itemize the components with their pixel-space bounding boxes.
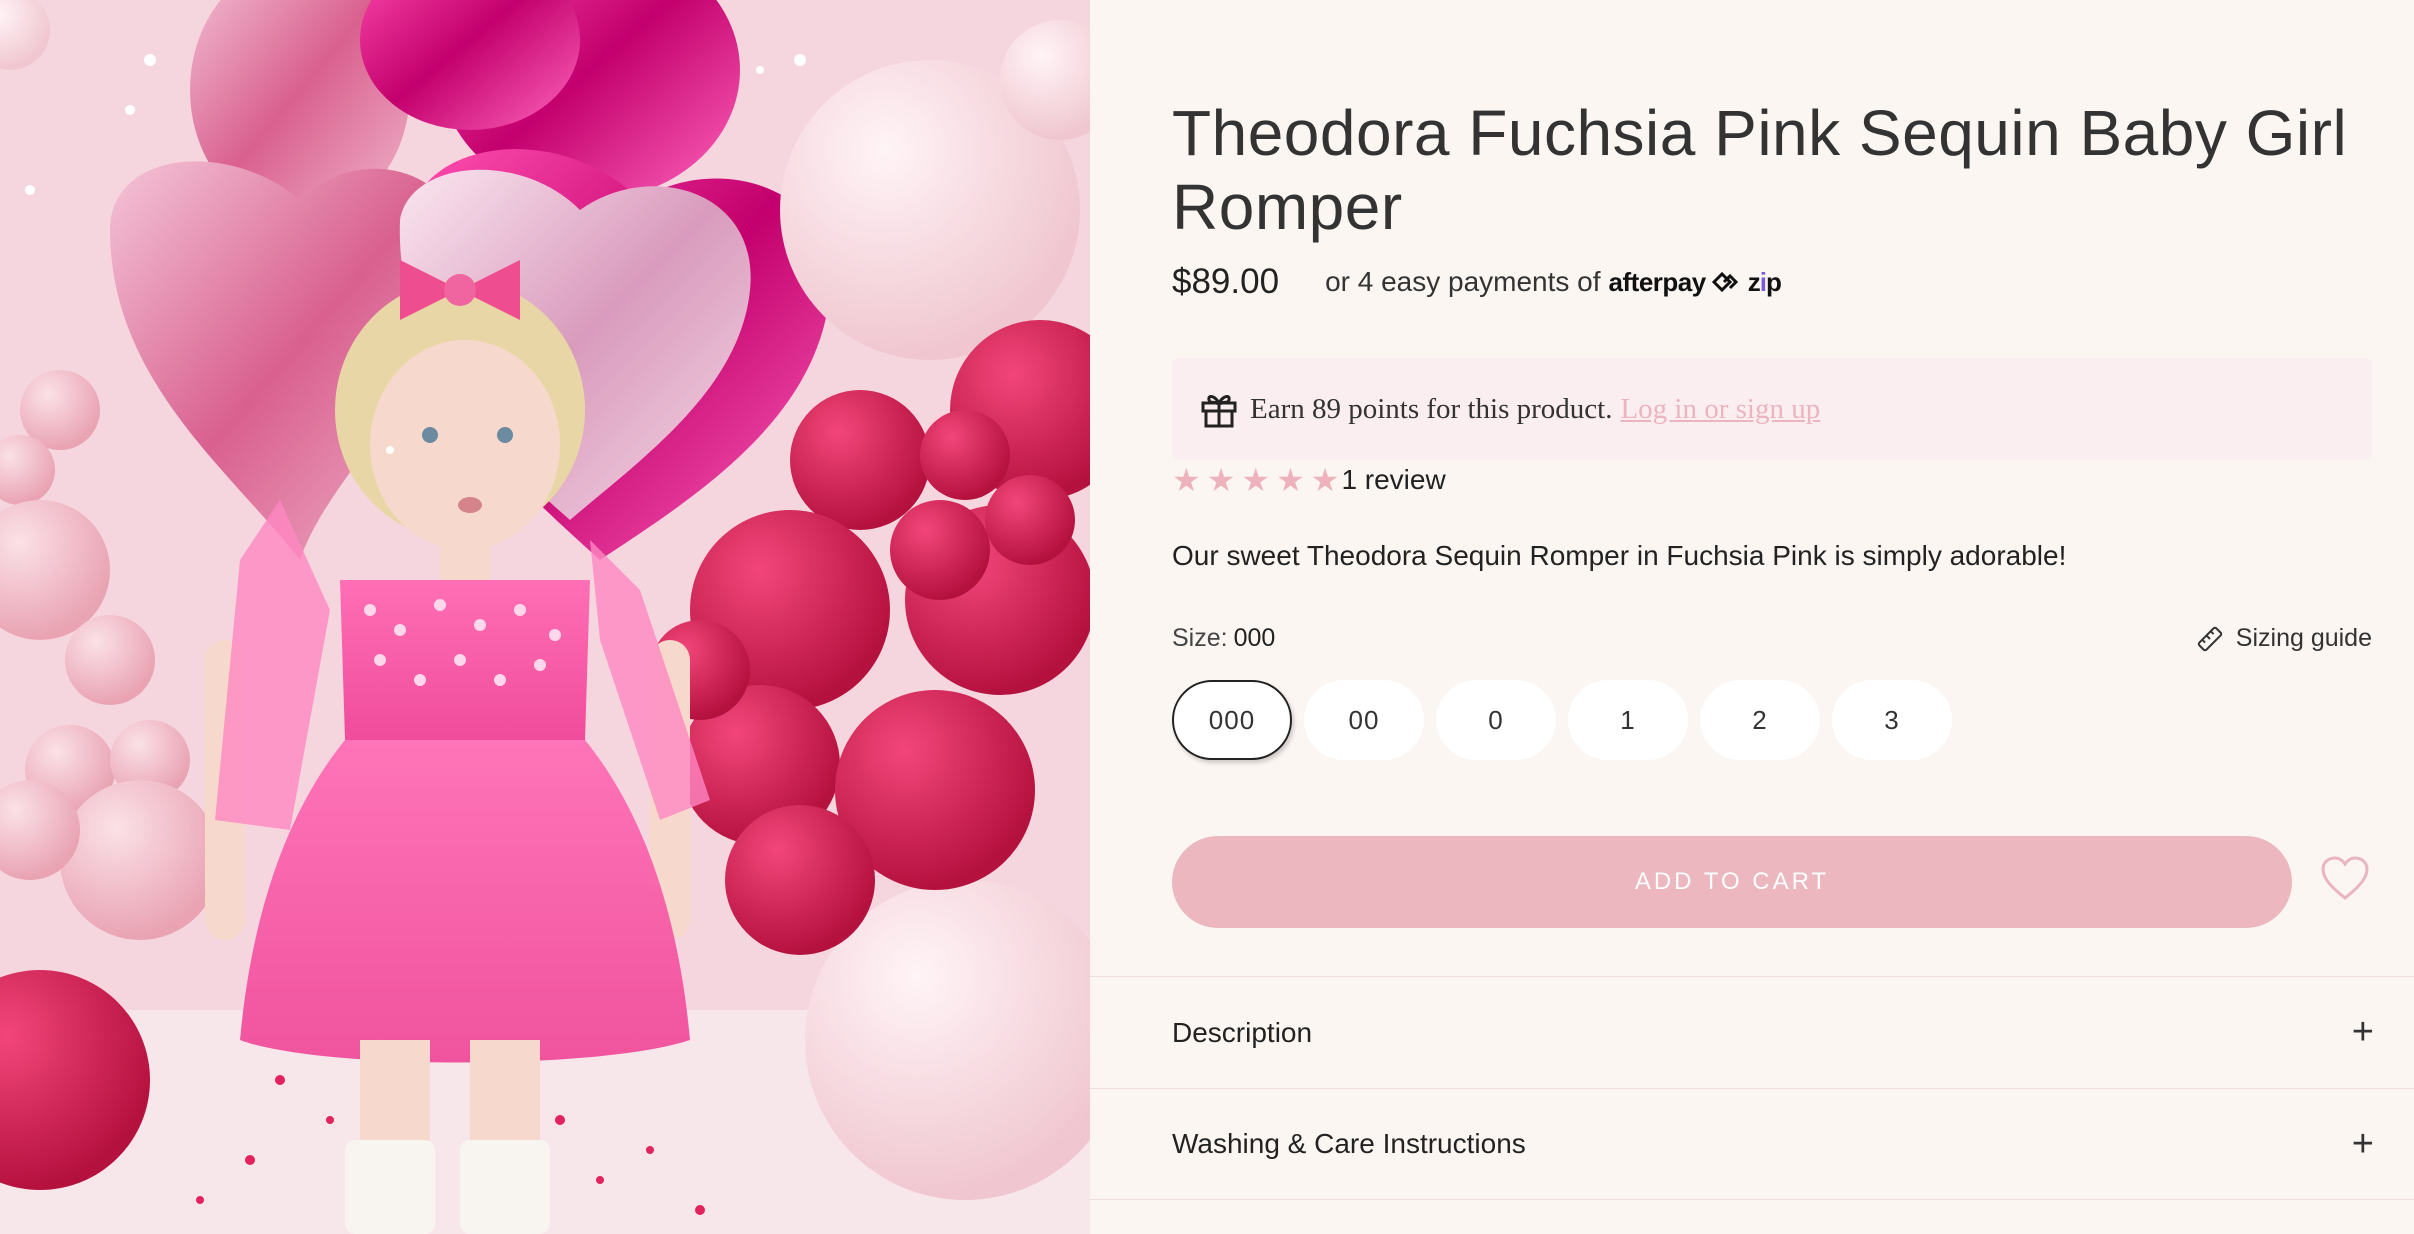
- product-info-panel: Theodora Fuchsia Pink Sequin Baby Girl R…: [1090, 0, 2414, 1234]
- sizing-guide-link[interactable]: Sizing guide: [2196, 624, 2372, 653]
- product-rating[interactable]: ★ ★ ★ ★ ★ 1 review: [1172, 463, 1446, 497]
- afterpay-logo: afterpay: [1608, 266, 1707, 297]
- accordion-washing-care[interactable]: Washing & Care Instructions +: [1090, 1088, 2414, 1200]
- star-icon: ★: [1241, 462, 1271, 498]
- plus-icon: +: [2351, 1011, 2374, 1053]
- product-image[interactable]: [0, 0, 1090, 1234]
- star-rating: ★ ★ ★ ★ ★: [1172, 463, 1339, 497]
- size-label: Size: 000: [1172, 624, 1276, 652]
- zip-logo: zip: [1747, 266, 1782, 297]
- product-accordion: Description + Washing & Care Instruction…: [1090, 976, 2414, 1200]
- sizing-guide-label: Sizing guide: [2235, 624, 2372, 652]
- product-tagline: Our sweet Theodora Sequin Romper in Fuch…: [1172, 540, 2067, 571]
- review-count[interactable]: 1 review: [1341, 464, 1445, 496]
- product-photo-illustration: [0, 0, 1090, 1234]
- accordion-description[interactable]: Description +: [1090, 976, 2414, 1088]
- afterpay-arrows-icon: [1711, 271, 1738, 293]
- star-icon: ★: [1276, 462, 1305, 498]
- rewards-login-link[interactable]: Log in or sign up: [1620, 393, 1820, 426]
- accordion-label: Description: [1172, 1016, 1313, 1048]
- add-to-cart-button[interactable]: ADD TO CART: [1172, 836, 2292, 928]
- size-option-00[interactable]: 00: [1304, 680, 1424, 760]
- price-row: $89.00 or 4 easy payments of afterpay zi…: [1172, 262, 1782, 302]
- size-option-2[interactable]: 2: [1700, 680, 1820, 760]
- selected-size-value: 000: [1233, 624, 1276, 652]
- installments-text: or 4 easy payments of: [1325, 266, 1601, 297]
- star-icon: ★: [1206, 462, 1236, 498]
- gift-icon: [1201, 395, 1237, 428]
- accordion-label: Washing & Care Instructions: [1172, 1128, 1526, 1159]
- product-price: $89.00: [1172, 262, 1280, 301]
- product-title: Theodora Fuchsia Pink Sequin Baby Girl R…: [1172, 97, 2348, 243]
- rewards-text: Earn 89 points for this product.: [1250, 392, 1613, 425]
- size-option-000[interactable]: 000: [1172, 680, 1292, 760]
- size-options: 000 00 0 1 2 3: [1172, 680, 1952, 760]
- ruler-icon: [2197, 626, 2222, 651]
- installments-info[interactable]: or 4 easy payments of afterpay zip: [1325, 266, 1782, 298]
- star-icon: ★: [1172, 462, 1201, 498]
- plus-icon: +: [2351, 1122, 2374, 1165]
- size-option-3[interactable]: 3: [1832, 680, 1952, 760]
- star-icon: ★: [1310, 462, 1340, 498]
- wishlist-heart-icon[interactable]: [2320, 856, 2370, 902]
- size-option-0[interactable]: 0: [1436, 680, 1556, 760]
- size-option-1[interactable]: 1: [1568, 680, 1688, 760]
- rewards-banner: Earn 89 points for this product. Log in …: [1172, 358, 2372, 460]
- size-header: Size: 000 Sizing guide: [1172, 624, 2372, 653]
